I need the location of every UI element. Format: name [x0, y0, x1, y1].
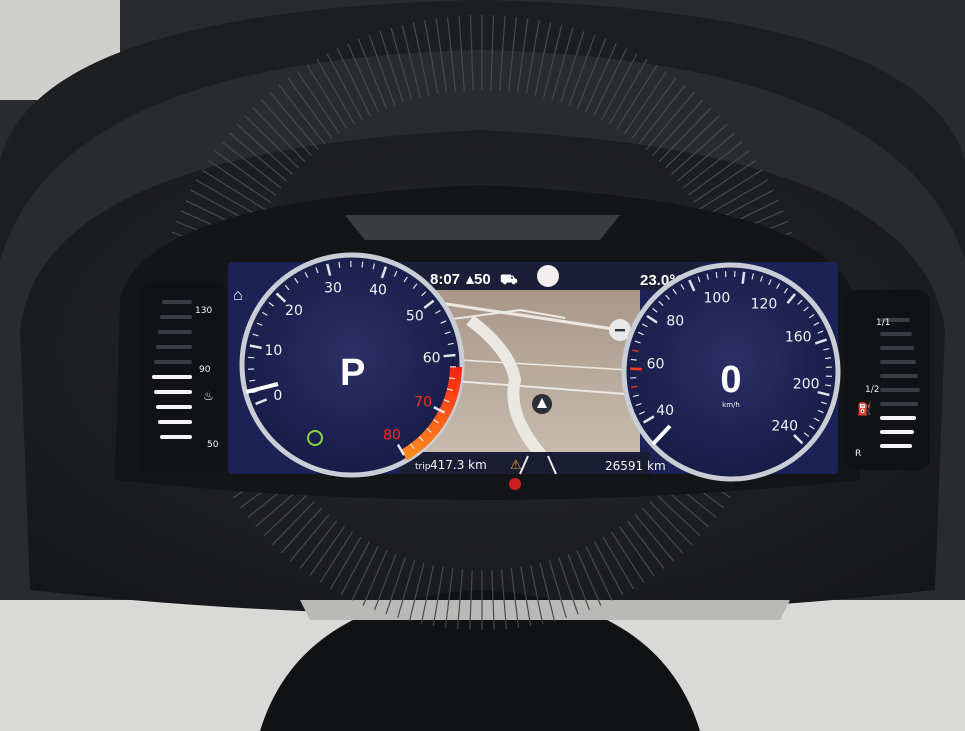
coolant-bar: [158, 420, 192, 424]
fuel-bar: [880, 360, 916, 364]
coolant-label-high: 130: [195, 306, 212, 316]
speedometer-tick: [825, 384, 832, 387]
tachometer-label: 50: [406, 308, 424, 324]
coolant-bar: [160, 435, 192, 439]
speed-limiter-icon: ⌂: [233, 287, 243, 304]
gear-indicator: P: [340, 352, 365, 394]
speedometer-label: 40: [656, 403, 674, 419]
coolant-bar: [152, 375, 192, 379]
fuel-pump-icon: ⛽: [857, 402, 872, 416]
coolant-bar: [158, 330, 192, 334]
fuel-bar: [880, 430, 914, 434]
coolant-bar: [154, 360, 192, 364]
instrument-cluster-photo: 8:07 ▲ 50 ⛟ 23.0°C trip 417.3 km 26591 k…: [0, 0, 965, 731]
speed-value: 0: [720, 359, 741, 401]
tachometer-tick: [443, 353, 456, 358]
speedometer-gauge: 40 60 80 100 120 160 200 240 0 km/h: [621, 262, 841, 482]
seatbelt-warning-icon: ⚠: [510, 458, 522, 473]
speedometer-tick: [630, 358, 637, 361]
red-indicator-light: [509, 478, 521, 490]
trip-label: trip: [415, 462, 431, 472]
fuel-bar: [880, 416, 916, 420]
coolant-temperature-icon: ♨: [203, 389, 214, 403]
speedometer-label: 240: [771, 419, 798, 435]
tachometer-label: 30: [324, 280, 342, 296]
status-light-icon: [537, 265, 559, 287]
tachometer-tick: [361, 261, 364, 268]
fuel-bar: [880, 332, 912, 336]
fuel-label-full: 1/1: [876, 318, 890, 328]
fuel-panel: [845, 290, 930, 470]
tachometer-label: 40: [369, 282, 387, 298]
tachometer-label: 60: [423, 350, 441, 366]
trim-strip: [300, 600, 790, 620]
trip-value: 417.3 km: [430, 458, 487, 472]
speedometer-tick: [824, 357, 832, 360]
coolant-bar: [162, 300, 192, 304]
fuel-label-reserve: R: [855, 449, 861, 459]
driver-assist-icon: ⛟: [500, 271, 518, 287]
odometer-value: 26591 km: [605, 459, 666, 473]
coolant-bar: [156, 345, 192, 349]
speedometer-label: 120: [751, 297, 778, 313]
coolant-bar: [156, 405, 192, 409]
tachometer-label: 0: [273, 388, 282, 404]
speedometer-tick: [741, 271, 746, 284]
speedometer-label: 100: [704, 290, 731, 306]
clock-time: 8:07: [430, 271, 460, 288]
fuel-bar: [880, 346, 914, 350]
speedometer-label: 160: [785, 329, 812, 345]
fuel-bar: [880, 402, 918, 406]
tachometer-tick: [449, 377, 456, 380]
tachometer-label: 70: [414, 395, 432, 411]
speedometer-label: 60: [647, 356, 665, 372]
nav-distance: 50: [474, 271, 491, 288]
coolant-bar: [160, 315, 192, 319]
tachometer-label: 20: [285, 303, 303, 319]
fuel-bar: [880, 444, 912, 448]
fuel-bar: [880, 374, 918, 378]
tachometer-label: 10: [264, 343, 282, 359]
speed-unit: km/h: [722, 401, 740, 409]
fuel-bar: [880, 388, 920, 392]
coolant-bar: [154, 390, 192, 394]
top-visor-strip: [345, 215, 620, 240]
tachometer-tick: [338, 261, 341, 268]
coolant-label-mid: 90: [199, 365, 211, 375]
coolant-label-low: 50: [207, 440, 219, 450]
tachometer-gauge: 0 10 20 30 40 50 60 70 80 P: [239, 252, 465, 478]
fuel-label-half: 1/2: [865, 385, 879, 395]
tachometer-label: 80: [383, 427, 401, 443]
speedometer-label: 80: [666, 313, 684, 329]
speedometer-label: 200: [793, 376, 820, 392]
